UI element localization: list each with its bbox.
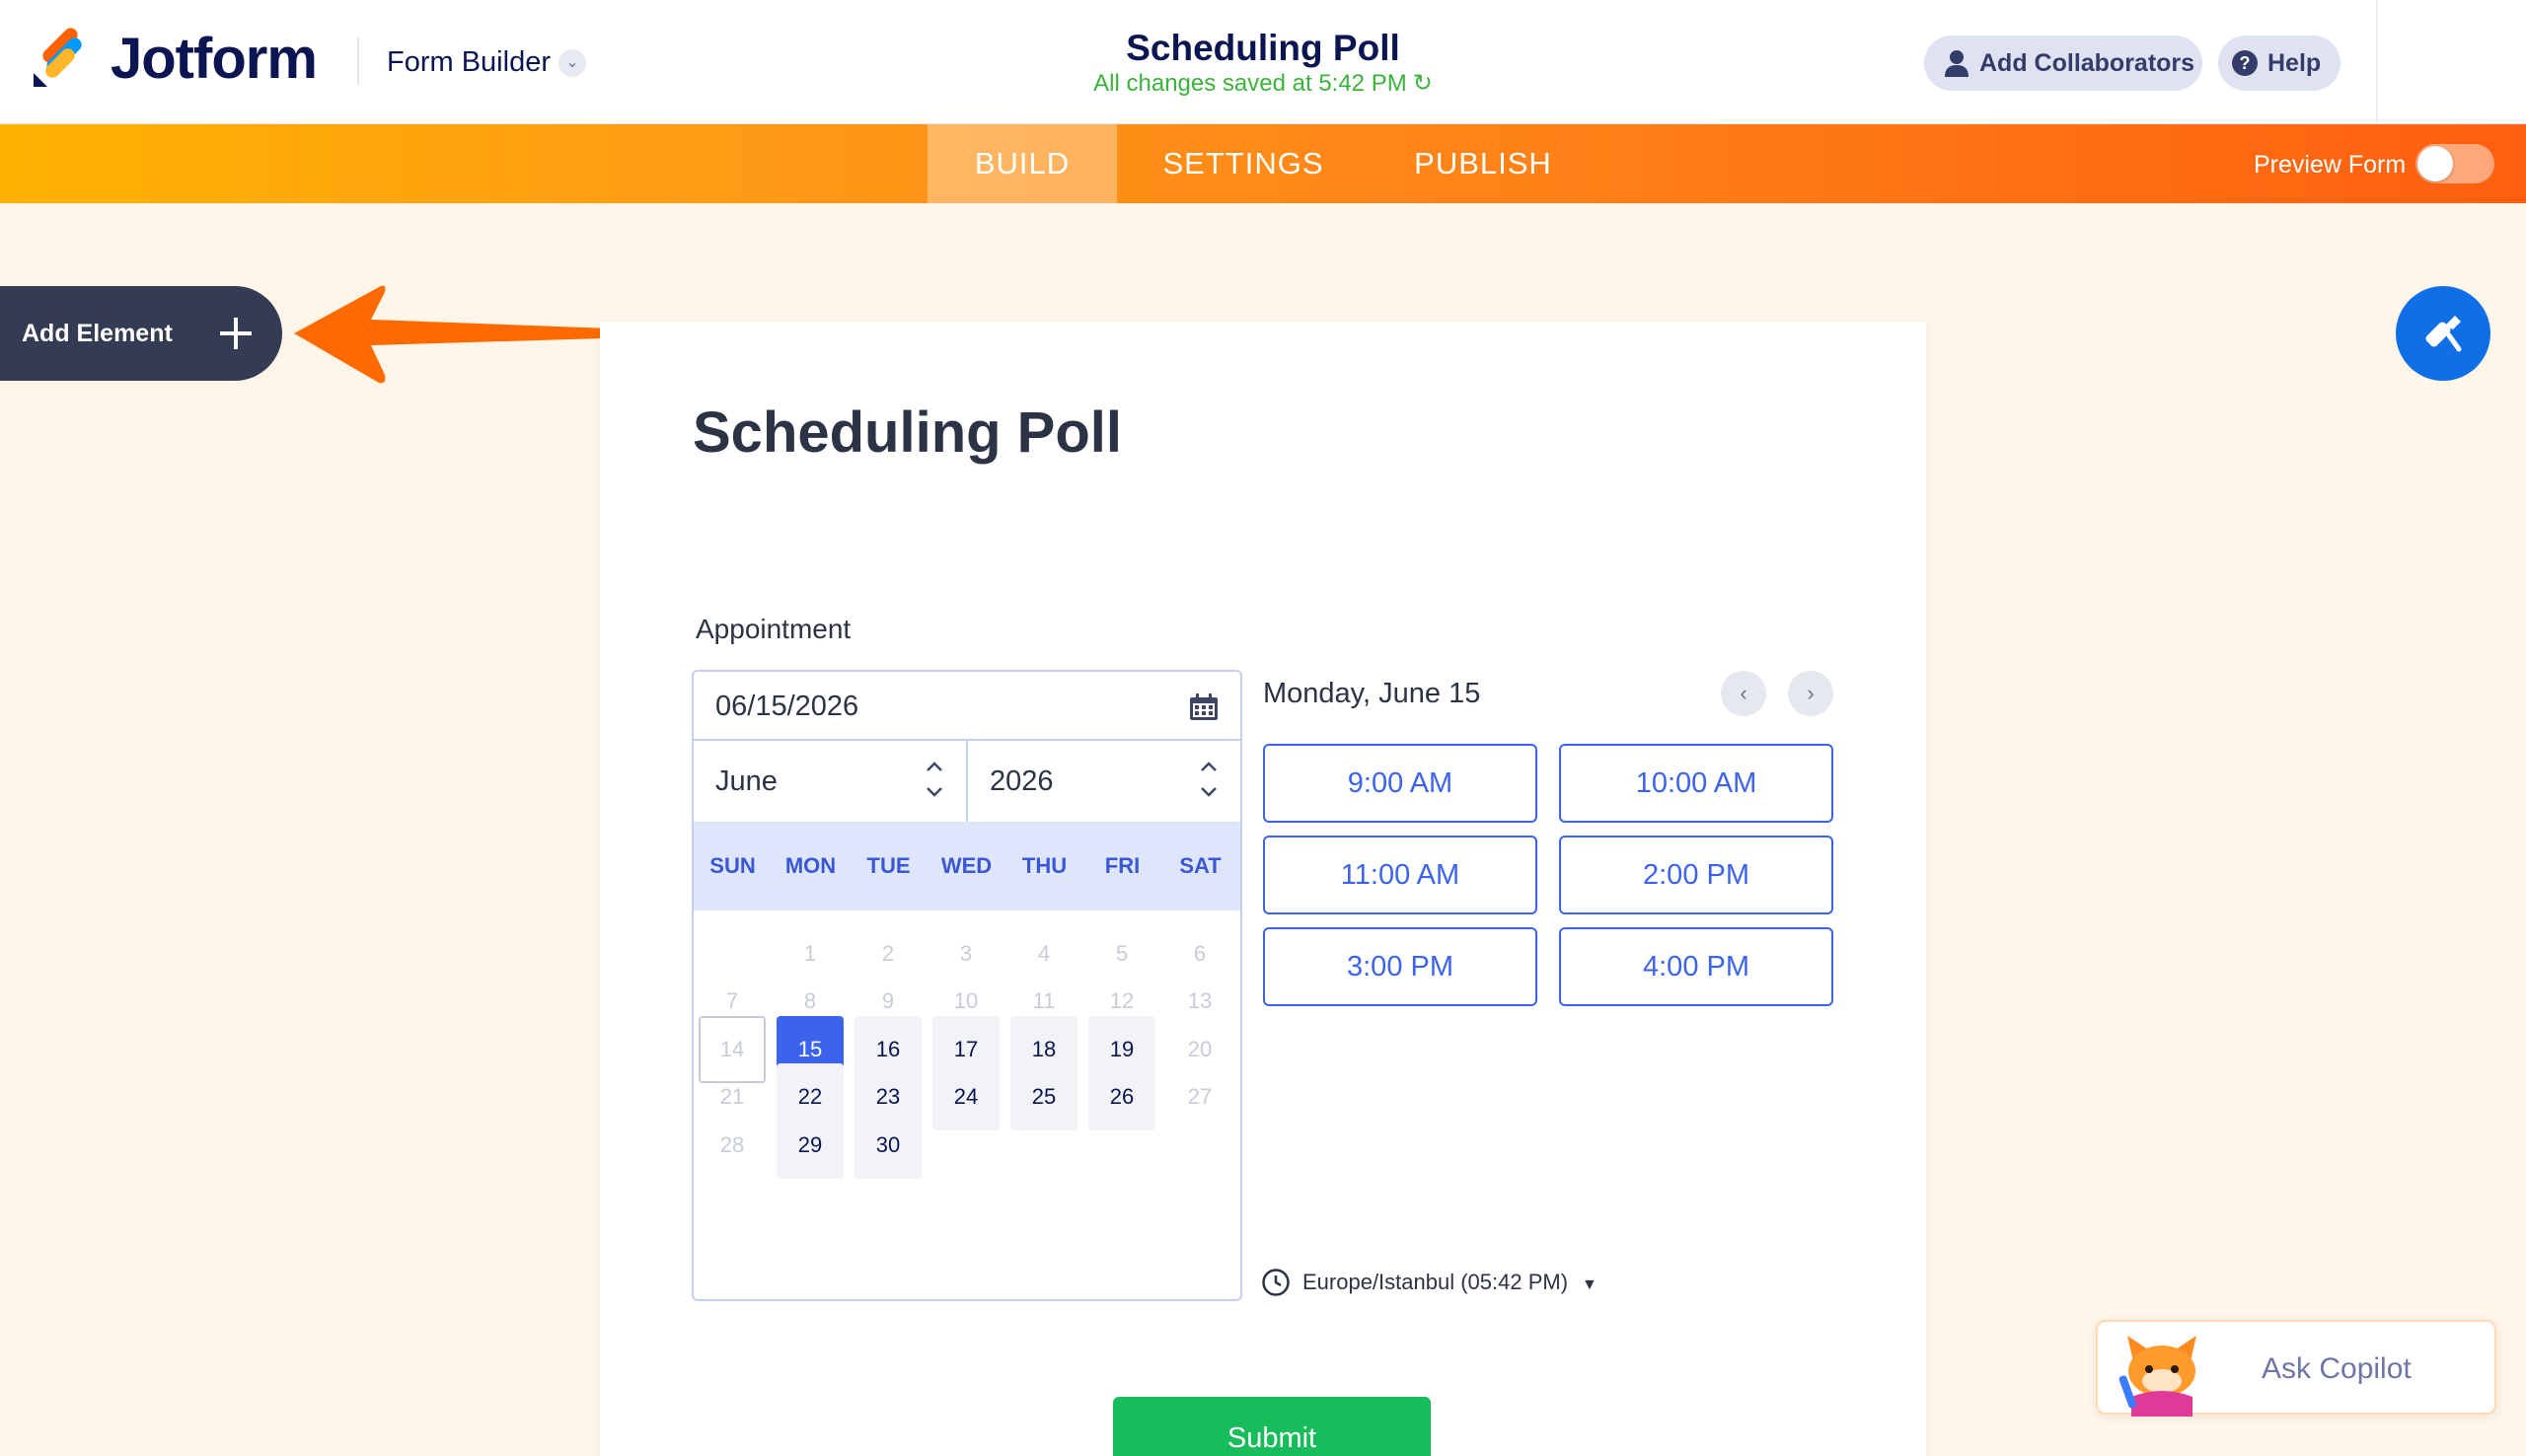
- calendar-day[interactable]: 29: [777, 1111, 844, 1179]
- time-slot[interactable]: 4:00 PM: [1559, 927, 1833, 1006]
- add-collaborators-label: Add Collaborators: [1979, 49, 2195, 77]
- clock-icon: [1262, 1269, 1290, 1296]
- top-header: Jotform Form Builder ⌄ Scheduling Poll A…: [0, 0, 2526, 124]
- time-slot[interactable]: 11:00 AM: [1263, 836, 1537, 914]
- timezone-select[interactable]: Europe/Istanbul (05:42 PM) ▼: [1261, 1267, 1597, 1298]
- weekday-label: MON: [784, 853, 837, 878]
- question-icon: ?: [2232, 50, 2258, 76]
- caret-down-icon: ▼: [1582, 1276, 1597, 1293]
- submit-button[interactable]: Submit: [1113, 1397, 1431, 1456]
- chevron-left-icon[interactable]: ‹: [1721, 671, 1766, 716]
- header-separator: [2376, 0, 2378, 124]
- time-slot[interactable]: 3:00 PM: [1263, 927, 1537, 1006]
- year-select[interactable]: 2026: [968, 741, 1240, 822]
- calendar-day[interactable]: 25: [1010, 1063, 1077, 1131]
- add-element-label: Add Element: [22, 320, 173, 347]
- calendar-day[interactable]: 26: [1088, 1063, 1155, 1131]
- form-builder-menu[interactable]: Form Builder: [387, 45, 551, 79]
- jotform-logo-icon[interactable]: [30, 28, 85, 89]
- selected-date-label: Monday, June 15: [1263, 678, 1481, 709]
- time-slot[interactable]: 9:00 AM: [1263, 744, 1537, 823]
- time-slot[interactable]: 2:00 PM: [1559, 836, 1833, 914]
- month-select[interactable]: June: [694, 741, 968, 822]
- appointment-calendar: 06/15/2026 June 2026 SUN MON TUE WED THU FRI S…: [692, 670, 1242, 1301]
- chevron-up-down-icon: [927, 762, 942, 797]
- weekday-label: SUN: [709, 853, 756, 878]
- weekday-label: TUE: [866, 853, 911, 878]
- tab-publish[interactable]: PUBLISH: [1381, 124, 1585, 203]
- chevron-up-down-icon: [1201, 762, 1217, 797]
- preview-form-label: Preview Form: [2254, 151, 2407, 179]
- weekday-label: THU: [1021, 853, 1068, 878]
- ask-copilot-label: Ask Copilot: [2262, 1352, 2412, 1385]
- toggle-knob: [2417, 146, 2453, 182]
- add-element-button[interactable]: Add Element: [0, 286, 282, 381]
- calendar-day: 28: [719, 1131, 745, 1157]
- help-button[interactable]: ? Help: [2218, 36, 2340, 91]
- date-input-value: 06/15/2026: [715, 691, 859, 722]
- form-title[interactable]: Scheduling Poll: [693, 399, 1122, 468]
- help-label: Help: [2267, 49, 2322, 77]
- calendar-icon[interactable]: [1189, 693, 1219, 721]
- plus-icon: [220, 318, 252, 349]
- user-icon: [1945, 50, 1969, 77]
- calendar-day: 27: [1187, 1084, 1213, 1110]
- brand-name[interactable]: Jotform: [111, 28, 318, 91]
- year-select-value: 2026: [990, 765, 1054, 797]
- header-divider: [357, 37, 359, 85]
- arrow-left-icon: [294, 285, 640, 384]
- builder-nav: BUILD SETTINGS PUBLISH Preview Form: [0, 124, 2526, 203]
- calendar-day[interactable]: 24: [932, 1063, 1000, 1131]
- tab-build[interactable]: BUILD: [928, 124, 1117, 203]
- timezone-label: Europe/Istanbul (05:42 PM): [1302, 1270, 1569, 1294]
- tab-settings[interactable]: SETTINGS: [1145, 124, 1342, 203]
- weekday-label: FRI: [1104, 853, 1141, 878]
- refresh-icon: ↻: [1412, 70, 1433, 97]
- copilot-cat-icon: [2118, 1336, 2196, 1417]
- weekday-header: SUN MON TUE WED THU FRI SAT: [694, 822, 1240, 910]
- chevron-down-icon[interactable]: ⌄: [558, 49, 586, 77]
- appointment-label[interactable]: Appointment: [696, 612, 851, 647]
- preview-form-toggle[interactable]: [2415, 144, 2494, 183]
- form-designer-button[interactable]: [2396, 286, 2490, 381]
- paint-roller-icon: [2425, 316, 2462, 352]
- month-select-value: June: [715, 765, 778, 797]
- weekday-label: WED: [940, 853, 993, 878]
- chevron-right-icon[interactable]: ›: [1788, 671, 1833, 716]
- calendar-day[interactable]: 30: [854, 1111, 922, 1179]
- save-status-text: All changes saved at 5:42 PM: [1093, 70, 1407, 97]
- date-input[interactable]: 06/15/2026: [694, 672, 1240, 741]
- ask-copilot-button[interactable]: Ask Copilot: [2096, 1320, 2496, 1417]
- weekday-label: SAT: [1179, 853, 1222, 878]
- time-slot[interactable]: 10:00 AM: [1559, 744, 1833, 823]
- add-collaborators-button[interactable]: Add Collaborators: [1924, 36, 2202, 91]
